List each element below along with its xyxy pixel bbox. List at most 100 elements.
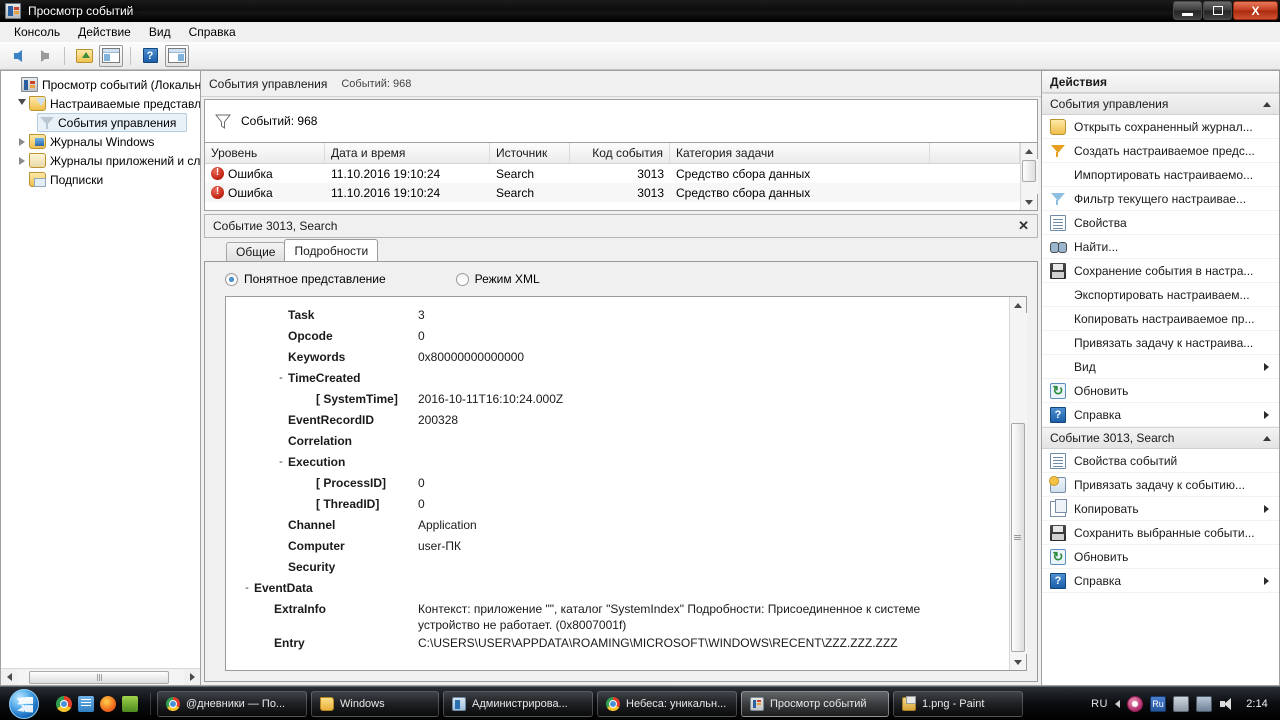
expander-closed-icon[interactable] (15, 137, 29, 146)
property-row: Security (226, 557, 1009, 578)
action-import-custom-view[interactable]: Импортировать настраиваемо... (1042, 163, 1279, 187)
column-header-eventid[interactable]: Код события (570, 143, 670, 163)
table-row[interactable]: ! Ошибка 11.10.2016 19:10:24 Search 3013… (205, 183, 1020, 202)
back-arrow-icon[interactable] (6, 45, 30, 67)
opera-icon[interactable] (1127, 695, 1143, 712)
action-label: Обновить (1074, 383, 1129, 398)
expander-open-icon[interactable] (15, 98, 29, 109)
document-icon[interactable] (78, 695, 94, 712)
tree-item-subscriptions[interactable]: Подписки (5, 170, 200, 189)
column-header-datetime[interactable]: Дата и время (325, 143, 490, 163)
taskbar-button-windows[interactable]: Windows (311, 690, 439, 717)
scroll-down-icon[interactable] (1021, 194, 1038, 210)
actions-section-header-admin-events[interactable]: События управления (1042, 93, 1279, 115)
action-copy[interactable]: Копировать (1042, 497, 1279, 521)
tab-general[interactable]: Общие (226, 242, 286, 261)
scroll-left-icon[interactable] (1, 670, 17, 685)
firefox-icon[interactable] (100, 695, 116, 712)
table-row[interactable]: ! Ошибка 11.10.2016 19:10:24 Search 3013… (205, 164, 1020, 183)
action-view[interactable]: Вид (1042, 355, 1279, 379)
tree-item-custom-views[interactable]: Настраиваемые представле (5, 94, 200, 113)
tree-item-event-viewer[interactable]: Просмотр событий (Локальнь (5, 75, 200, 94)
expander-collapse[interactable]: - (240, 578, 254, 598)
language-indicator[interactable]: RU (1091, 698, 1108, 710)
action-find[interactable]: Найти... (1042, 235, 1279, 259)
ru-layout-icon[interactable]: Ru (1150, 695, 1166, 712)
action-attach-task-view[interactable]: Привязать задачу к настраива... (1042, 331, 1279, 355)
scroll-up-icon[interactable] (1010, 297, 1027, 313)
tree-item-app-service-logs[interactable]: Журналы приложений и сл (5, 151, 200, 170)
scroll-track[interactable] (1020, 159, 1038, 194)
column-header-level[interactable]: Уровень (205, 143, 325, 163)
action-help-event[interactable]: Справка (1042, 569, 1279, 593)
scroll-track[interactable] (1009, 313, 1027, 654)
network-icon[interactable] (1196, 695, 1212, 712)
restore-button[interactable] (1203, 1, 1232, 20)
chrome-icon[interactable] (56, 695, 72, 712)
radio-friendly-view[interactable]: Понятное представление (225, 272, 386, 286)
show-action-pane-icon[interactable] (165, 44, 189, 67)
close-icon[interactable]: ✕ (1018, 218, 1029, 234)
action-attach-task-event[interactable]: Привязать задачу к событию... (1042, 473, 1279, 497)
expander-collapse[interactable]: - (274, 368, 288, 388)
scroll-thumb[interactable] (1010, 423, 1025, 652)
scroll-right-icon[interactable] (184, 670, 200, 685)
show-tree-pane-icon[interactable] (99, 44, 123, 67)
help-icon[interactable]: ? (138, 45, 162, 67)
column-header-source[interactable]: Источник (490, 143, 570, 163)
scroll-up-icon[interactable] (1021, 143, 1038, 159)
hscroll-track[interactable] (17, 669, 184, 685)
filter-bar[interactable]: Событий: 968 (204, 99, 1038, 143)
event-list: Уровень Дата и время Источник Код событи… (204, 143, 1038, 211)
start-button[interactable] (0, 688, 48, 720)
forward-arrow-icon[interactable] (33, 45, 57, 67)
menu-item-console[interactable]: Консоль (6, 23, 68, 41)
chevron-up-icon[interactable] (1263, 435, 1271, 441)
scroll-thumb[interactable] (1021, 160, 1036, 182)
radio-xml-view[interactable]: Режим XML (455, 272, 540, 286)
column-header-category[interactable]: Категория задачи (670, 143, 930, 163)
clock[interactable]: 2:14 (1242, 698, 1272, 710)
hscroll-thumb[interactable] (29, 670, 169, 684)
battery-icon[interactable] (1173, 695, 1189, 712)
action-help[interactable]: Справка (1042, 403, 1279, 427)
actions-pane: Действия События управления Открыть сохр… (1042, 70, 1280, 686)
tree-item-admin-events[interactable]: События управления (37, 113, 187, 132)
volume-icon[interactable] (1219, 696, 1235, 712)
minimize-button[interactable] (1173, 1, 1202, 20)
show-hidden-icons-icon[interactable] (1115, 699, 1120, 708)
event-list-scrollbar[interactable] (1020, 143, 1038, 210)
tree-item-windows-logs[interactable]: Журналы Windows (5, 132, 200, 151)
scroll-down-icon[interactable] (1010, 654, 1027, 670)
taskbar-button-paint[interactable]: 1.png - Paint (893, 690, 1023, 717)
action-properties[interactable]: Свойства (1042, 211, 1279, 235)
action-copy-custom-view[interactable]: Копировать настраиваемое пр... (1042, 307, 1279, 331)
tab-details[interactable]: Подробности (284, 239, 379, 261)
folder-up-icon[interactable] (72, 45, 96, 67)
detail-scrollbar[interactable] (1009, 297, 1027, 670)
action-export-custom-view[interactable]: Экспортировать настраиваем... (1042, 283, 1279, 307)
taskbar-button-nebesa[interactable]: Небеса: уникальн... (597, 690, 737, 717)
tree-horizontal-scrollbar[interactable] (1, 668, 200, 685)
menu-item-help[interactable]: Справка (181, 23, 244, 41)
taskbar-button-admin[interactable]: Администрирова... (443, 690, 593, 717)
action-filter-current-view[interactable]: Фильтр текущего настраивае... (1042, 187, 1279, 211)
action-refresh[interactable]: Обновить (1042, 379, 1279, 403)
taskbar-button-event-viewer[interactable]: Просмотр событий (741, 690, 889, 717)
actions-section-header-event[interactable]: Событие 3013, Search (1042, 427, 1279, 449)
expander-collapse[interactable]: - (274, 452, 288, 472)
menu-item-action[interactable]: Действие (70, 23, 139, 41)
close-button[interactable]: X (1233, 1, 1278, 20)
action-event-properties[interactable]: Свойства событий (1042, 449, 1279, 473)
event-viewer-window: Просмотр событий X Консоль Действие Вид … (0, 0, 1280, 686)
action-refresh-event[interactable]: Обновить (1042, 545, 1279, 569)
action-save-selected-events[interactable]: Сохранить выбранные событи... (1042, 521, 1279, 545)
rdp-icon[interactable] (122, 695, 138, 712)
expander-closed-icon-2[interactable] (15, 156, 29, 165)
taskbar-button-diary[interactable]: @дневники — По... (157, 690, 307, 717)
action-open-saved-log[interactable]: Открыть сохраненный журнал... (1042, 115, 1279, 139)
chevron-up-icon[interactable] (1263, 101, 1271, 107)
action-save-events[interactable]: Сохранение события в настра... (1042, 259, 1279, 283)
menu-item-view[interactable]: Вид (141, 23, 179, 41)
action-create-custom-view[interactable]: Создать настраиваемое предс... (1042, 139, 1279, 163)
